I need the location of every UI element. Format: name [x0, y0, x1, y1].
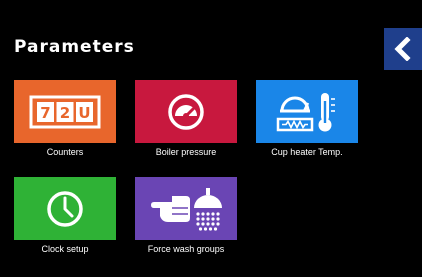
clock-setup-tile-face [14, 177, 116, 240]
force-wash-groups-label: Force wash groups [147, 244, 225, 254]
boiler-pressure-tile[interactable]: Boiler pressure [135, 80, 237, 158]
hand-pointing-shower-icon [151, 187, 222, 231]
clock-setup-tile[interactable]: Clock setup [14, 177, 116, 255]
cup-heater-thermometer-icon [276, 92, 335, 131]
clock-setup-label: Clock setup [41, 244, 89, 254]
page-title: Parameters [14, 37, 135, 57]
counters-label: Counters [46, 147, 84, 157]
back-button[interactable] [384, 28, 422, 70]
force-wash-groups-tile[interactable]: Force wash groups [135, 177, 237, 255]
boiler-pressure-label: Boiler pressure [155, 147, 217, 157]
cup-heater-temp-tile-face [256, 80, 358, 143]
chevron-left-icon [394, 37, 411, 61]
counter-display-icon: 7 2 U [29, 95, 101, 128]
clock-icon [47, 190, 83, 227]
counter-digit-3: U [78, 104, 90, 122]
boiler-pressure-tile-face [135, 80, 237, 143]
cup-heater-temp-tile[interactable]: Cup heater Temp. [256, 80, 358, 158]
counter-digit-1: 7 [40, 104, 50, 122]
pressure-gauge-icon [168, 93, 204, 130]
counter-digit-2: 2 [60, 104, 70, 122]
force-wash-groups-tile-face [135, 177, 237, 240]
cup-heater-temp-label: Cup heater Temp. [271, 147, 343, 157]
counters-tile[interactable]: 7 2 U Counters [14, 80, 116, 158]
counters-tile-face: 7 2 U [14, 80, 116, 143]
